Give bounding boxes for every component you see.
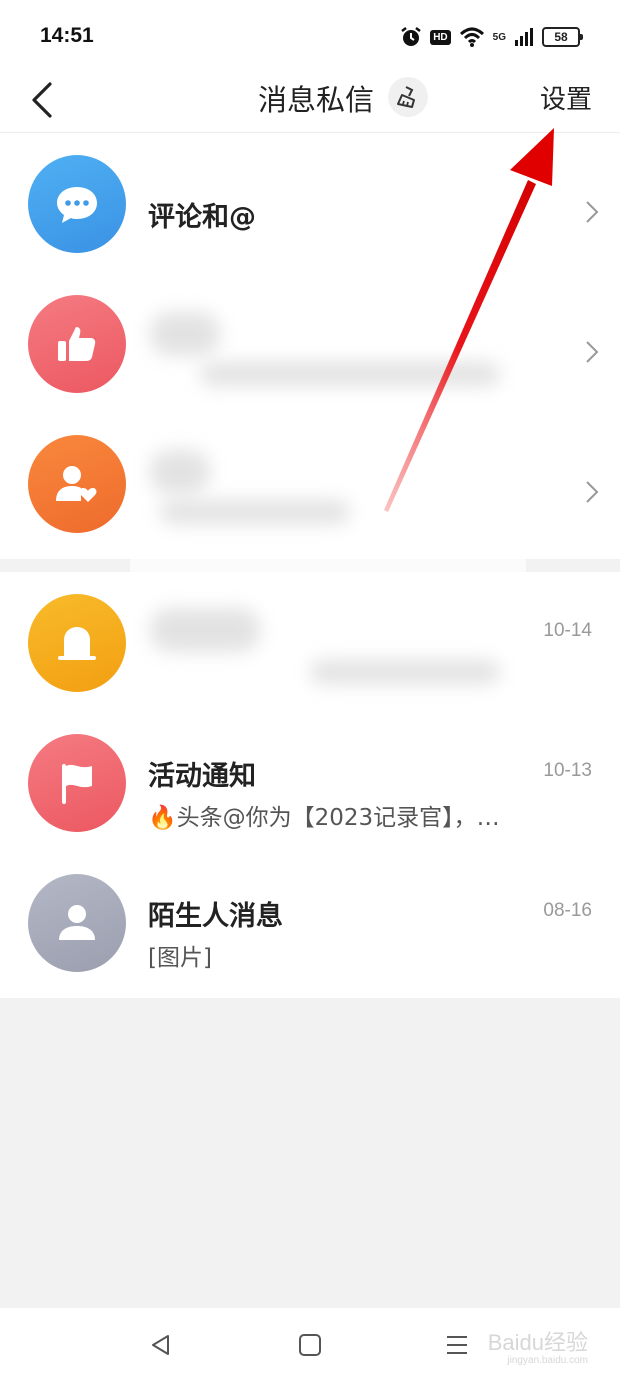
blurred-text	[160, 500, 350, 524]
blurred-text	[150, 450, 210, 494]
network-label: 5G	[492, 31, 506, 43]
person-icon	[59, 905, 95, 940]
watermark: Baidu经验	[487, 1330, 588, 1355]
hd-badge: HD	[430, 29, 451, 45]
page-title: 消息私信	[258, 83, 375, 117]
home-square-icon[interactable]	[297, 1332, 323, 1358]
list-item-activity[interactable]: 活动通知 🔥头条@你为【2023记录官】，… 10-13	[0, 712, 620, 852]
notice-avatar	[28, 594, 126, 692]
watermark-url: jingyan.baidu.com	[507, 1355, 588, 1366]
chevron-right-icon	[586, 481, 599, 503]
list-item-comments[interactable]: 评论和@	[0, 133, 620, 273]
header: 消息私信 设置	[0, 68, 620, 133]
stranger-avatar	[28, 874, 126, 972]
row-date: 08-16	[543, 900, 592, 921]
back-button[interactable]	[24, 78, 64, 122]
blurred-text	[150, 608, 260, 652]
blurred-text	[200, 362, 500, 386]
brush-clean-icon	[397, 86, 415, 108]
flag-icon	[62, 764, 92, 804]
row-title: 评论和@	[148, 202, 256, 233]
fan-heart-icon	[56, 466, 97, 502]
comment-bubble-icon	[57, 187, 97, 223]
row-date: 10-13	[543, 760, 592, 781]
signal-icon	[515, 28, 533, 46]
settings-button[interactable]: 设置	[540, 78, 592, 122]
back-icon	[32, 82, 52, 118]
chevron-right-icon	[586, 201, 599, 223]
row-title: 陌生人消息	[148, 901, 283, 932]
status-icons: HD 5G 58	[400, 24, 583, 50]
row-preview: [图片]	[148, 945, 212, 971]
chevron-right-icon	[586, 341, 599, 363]
activity-avatar	[28, 734, 126, 832]
status-time: 14:51	[40, 24, 94, 47]
followers-avatar	[28, 435, 126, 533]
back-triangle-icon[interactable]	[148, 1332, 174, 1358]
row-title: 活动通知	[148, 761, 256, 792]
likes-avatar	[28, 295, 126, 393]
row-preview: 🔥头条@你为【2023记录官】，…	[148, 805, 500, 831]
bell-icon	[58, 627, 96, 660]
wifi-icon	[459, 27, 484, 47]
blurred-text	[310, 660, 500, 684]
blurred-text	[150, 312, 220, 356]
battery-icon: 58	[542, 27, 583, 47]
thumbs-up-icon	[58, 327, 96, 361]
status-bar: 14:51 HD 5G 58	[0, 0, 620, 68]
alarm-icon	[401, 27, 421, 46]
list-item-stranger[interactable]: 陌生人消息 [图片] 08-16	[0, 852, 620, 992]
comment-avatar	[28, 155, 126, 253]
clear-unread-button[interactable]	[388, 77, 428, 117]
menu-lines-icon[interactable]	[444, 1332, 470, 1358]
row-date: 10-14	[543, 620, 592, 641]
